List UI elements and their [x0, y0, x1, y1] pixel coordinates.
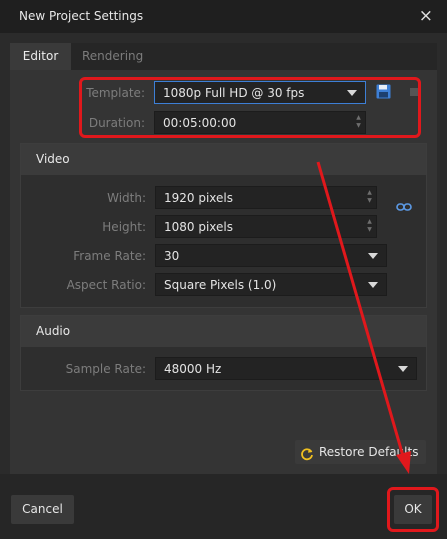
video-section: Video Width: 1920 pixels ▲ ▼ Height: 1080… — [20, 143, 427, 308]
tab-rendering[interactable]: Rendering — [82, 43, 143, 70]
width-label: Width: — [107, 191, 146, 205]
aspect-ratio-value: Square Pixels (1.0) — [164, 278, 277, 292]
frame-rate-select[interactable]: 30 — [155, 244, 387, 267]
audio-section: Audio Sample Rate: 48000 Hz — [20, 315, 427, 391]
tab-editor[interactable]: Editor — [10, 43, 71, 70]
width-field[interactable]: 1920 pixels ▲ ▼ — [155, 186, 377, 209]
close-icon[interactable]: × — [419, 6, 433, 26]
restore-defaults-button[interactable]: Restore Defaults — [295, 440, 426, 464]
frame-rate-label: Frame Rate: — [73, 249, 146, 263]
audio-header: Audio — [21, 316, 426, 347]
refresh-icon — [300, 445, 314, 469]
spinner-icon[interactable]: ▲ ▼ — [366, 218, 373, 234]
height-value: 1080 pixels — [164, 220, 234, 234]
aspect-ratio-label: Aspect Ratio: — [66, 278, 146, 292]
spinner-icon[interactable]: ▲ ▼ — [366, 189, 373, 205]
window-title: New Project Settings — [19, 9, 144, 23]
video-header: Video — [21, 144, 426, 175]
link-icon[interactable] — [396, 201, 412, 215]
aspect-ratio-select[interactable]: Square Pixels (1.0) — [155, 273, 387, 296]
annotation-highlight-template — [79, 77, 421, 138]
width-value: 1920 pixels — [164, 191, 234, 205]
height-field[interactable]: 1080 pixels ▲ ▼ — [155, 215, 377, 238]
cancel-button[interactable]: Cancel — [11, 495, 74, 524]
height-label: Height: — [102, 220, 146, 234]
title-bar: New Project Settings × — [0, 0, 447, 33]
annotation-highlight-ok — [387, 487, 439, 532]
sample-rate-label: Sample Rate: — [65, 362, 146, 376]
video-heading: Video — [36, 152, 70, 166]
chevron-down-icon — [368, 253, 378, 259]
restore-defaults-label: Restore Defaults — [319, 445, 419, 459]
sample-rate-select[interactable]: 48000 Hz — [155, 357, 417, 380]
tab-bar: Editor Rendering — [10, 43, 437, 70]
sample-rate-value: 48000 Hz — [164, 362, 222, 376]
frame-rate-value: 30 — [164, 249, 180, 263]
dialog-footer: Cancel OK — [0, 474, 447, 539]
audio-heading: Audio — [36, 324, 71, 338]
chevron-down-icon — [398, 366, 408, 372]
chevron-down-icon — [368, 282, 378, 288]
